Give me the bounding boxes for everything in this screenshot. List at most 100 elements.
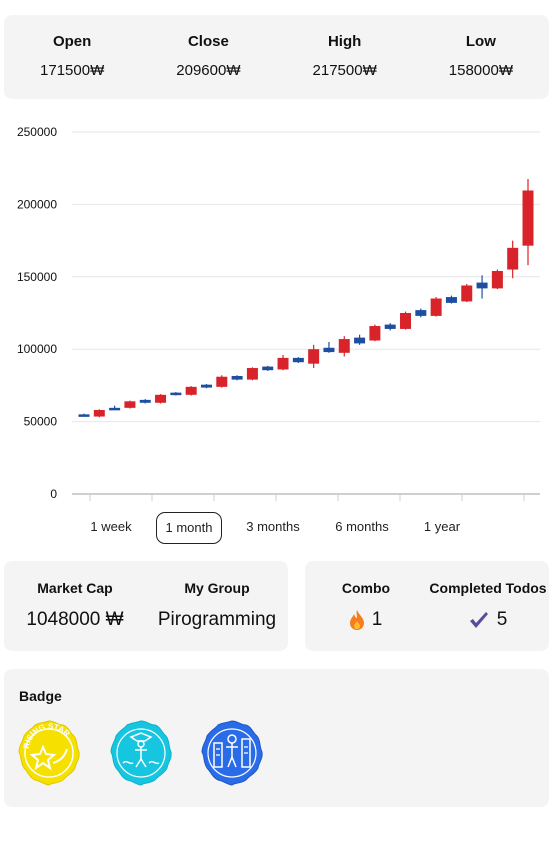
candle-body bbox=[277, 357, 289, 370]
candle-body bbox=[522, 190, 534, 246]
city-badge[interactable] bbox=[200, 719, 264, 787]
candle-body bbox=[415, 310, 427, 316]
range-1-month[interactable]: 1 month bbox=[156, 512, 222, 544]
candle-body bbox=[354, 337, 366, 344]
candle bbox=[384, 323, 396, 331]
badge-card: Badge bbox=[4, 669, 549, 807]
y-tick-label: 100000 bbox=[17, 342, 57, 356]
todos-value: 5 bbox=[496, 609, 508, 630]
candle bbox=[338, 336, 350, 357]
market-info-card: Market Cap 1048000 ₩ My Group Pirogrammi… bbox=[4, 561, 288, 651]
y-tick-label: 50000 bbox=[24, 415, 58, 429]
fire-icon bbox=[349, 610, 364, 630]
candle bbox=[231, 375, 243, 381]
candle bbox=[93, 409, 105, 418]
check-icon bbox=[469, 612, 488, 628]
candle bbox=[185, 386, 197, 396]
close-stat: Close 209600₩ bbox=[140, 15, 276, 99]
candle bbox=[155, 394, 167, 404]
range-1-week[interactable]: 1 week bbox=[80, 512, 142, 542]
group-label: My Group bbox=[184, 580, 250, 596]
climber-badge[interactable] bbox=[109, 719, 173, 787]
candle-body bbox=[262, 366, 274, 371]
candle-body bbox=[507, 247, 519, 270]
candle bbox=[139, 399, 151, 404]
candle-body bbox=[323, 347, 335, 353]
y-tick-label: 150000 bbox=[17, 270, 57, 284]
group-value: Pirogramming bbox=[157, 609, 277, 630]
range-selector: 1 week 1 month 3 months 6 months 1 year bbox=[0, 512, 552, 544]
candle-body bbox=[185, 386, 197, 395]
candle-body bbox=[308, 349, 320, 364]
candle bbox=[400, 311, 412, 330]
combo-value-row: 1 bbox=[349, 609, 382, 631]
badge-label: Badge bbox=[19, 688, 62, 704]
high-value: 217500₩ bbox=[312, 62, 377, 79]
candle bbox=[430, 297, 442, 317]
candle-body bbox=[109, 407, 121, 411]
open-value: 171500₩ bbox=[40, 62, 105, 79]
candle-body bbox=[292, 357, 304, 363]
candle-body bbox=[139, 399, 151, 403]
candle bbox=[415, 308, 427, 318]
low-stat: Low 158000₩ bbox=[413, 15, 549, 99]
group-stat: My Group Pirogramming bbox=[146, 561, 288, 651]
candle bbox=[369, 324, 381, 342]
candle bbox=[262, 365, 274, 371]
candle bbox=[308, 344, 320, 369]
candle-body bbox=[216, 376, 228, 387]
candle-body bbox=[78, 414, 90, 417]
market-cap-value: 1048000 ₩ bbox=[26, 609, 124, 630]
candle bbox=[461, 284, 473, 303]
candle-body bbox=[231, 375, 243, 380]
candle bbox=[323, 341, 335, 353]
y-tick-label: 250000 bbox=[17, 125, 57, 139]
candle-body bbox=[491, 271, 503, 289]
candle bbox=[507, 240, 519, 279]
candle bbox=[354, 334, 366, 345]
candle-body bbox=[445, 297, 457, 303]
close-label: Close bbox=[187, 33, 229, 50]
y-axis-labels: 250000 200000 150000 100000 50000 0 bbox=[17, 125, 57, 501]
combo-label: Combo bbox=[341, 580, 391, 596]
market-cap-stat: Market Cap 1048000 ₩ bbox=[4, 561, 146, 651]
candle-body bbox=[369, 326, 381, 341]
open-label: Open bbox=[52, 33, 92, 50]
activity-card: Combo 1 Completed Todos 5 bbox=[305, 561, 549, 651]
todos-value-row: 5 bbox=[469, 609, 508, 631]
candle-body bbox=[384, 324, 396, 329]
rising-star-badge[interactable]: RISING STAR bbox=[17, 719, 81, 787]
range-6-months[interactable]: 6 months bbox=[327, 512, 397, 542]
candle-body bbox=[155, 394, 167, 403]
candle bbox=[78, 413, 90, 417]
candle bbox=[292, 357, 304, 363]
candle bbox=[124, 400, 136, 409]
candle-body bbox=[461, 285, 473, 302]
candle-body bbox=[430, 298, 442, 316]
combo-stat: Combo 1 bbox=[305, 561, 427, 651]
candle-body bbox=[93, 410, 105, 417]
y-tick-label: 0 bbox=[50, 487, 57, 501]
high-stat: High 217500₩ bbox=[277, 15, 413, 99]
y-tick-label: 200000 bbox=[17, 197, 57, 211]
chart-grid bbox=[72, 131, 540, 501]
range-1-year[interactable]: 1 year bbox=[414, 512, 470, 542]
range-3-months[interactable]: 3 months bbox=[238, 512, 308, 542]
candles bbox=[78, 179, 534, 418]
candle-body bbox=[124, 401, 136, 408]
candle bbox=[200, 383, 212, 389]
todos-stat: Completed Todos 5 bbox=[427, 561, 549, 651]
high-label: High bbox=[327, 33, 362, 50]
todos-label: Completed Todos bbox=[429, 580, 547, 596]
ohlc-summary-card: Open 171500₩ Close 209600₩ High 217500₩ … bbox=[4, 15, 549, 99]
candle-body bbox=[338, 339, 350, 353]
candle bbox=[216, 375, 228, 388]
candle bbox=[109, 405, 121, 411]
low-value: 158000₩ bbox=[448, 62, 513, 79]
candle bbox=[170, 391, 182, 396]
candle-body bbox=[400, 313, 412, 329]
candle-body bbox=[476, 282, 488, 289]
candlestick-chart: 250000 200000 150000 100000 50000 0 bbox=[17, 125, 540, 501]
candle-body bbox=[246, 368, 258, 380]
open-stat: Open 171500₩ bbox=[4, 15, 140, 99]
